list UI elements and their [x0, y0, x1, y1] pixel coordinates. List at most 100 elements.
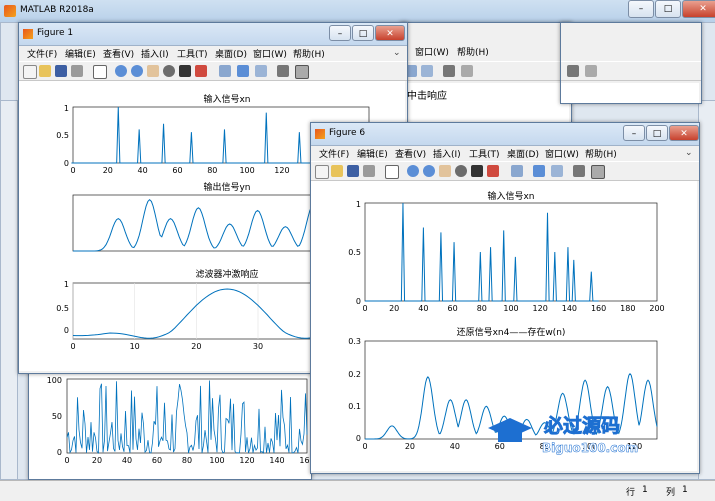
hide-plot-icon[interactable]: [573, 165, 585, 177]
colorbar-icon[interactable]: [533, 165, 545, 177]
data-cursor-icon[interactable]: [179, 65, 191, 77]
menu-tools[interactable]: 工具(T): [469, 147, 500, 160]
x-tick-label: 80: [207, 166, 217, 175]
colorbar-icon[interactable]: [237, 65, 249, 77]
figure-back2-window[interactable]: [560, 22, 702, 104]
colorbar-icon[interactable]: [421, 65, 433, 77]
y-tick-label: 0: [64, 159, 69, 168]
dock-arrow-icon[interactable]: ⌄: [393, 48, 401, 58]
x-tick-label: 0: [362, 442, 367, 451]
y-tick-label: 1: [64, 280, 69, 289]
new-figure-icon[interactable]: [315, 165, 329, 179]
hide-plot-icon[interactable]: [277, 65, 289, 77]
menu-edit[interactable]: 编辑(E): [65, 47, 96, 60]
y-tick-label: 0: [57, 448, 62, 457]
menu-desktop[interactable]: 桌面(D): [215, 47, 247, 60]
open-file-icon[interactable]: [39, 65, 51, 77]
zoom-out-icon[interactable]: [423, 165, 435, 177]
menu-file[interactable]: 文件(F): [319, 147, 349, 160]
x-tick-label: 0: [70, 342, 75, 351]
pan-icon[interactable]: [439, 165, 451, 177]
brush-icon[interactable]: [195, 65, 207, 77]
pan-icon[interactable]: [147, 65, 159, 77]
watermark-logo: 必过源码 Biguo100.com: [484, 408, 684, 460]
menu-help[interactable]: 帮助(H): [293, 47, 325, 60]
watermark-url: Biguo100.com: [542, 441, 638, 455]
zoom-in-icon[interactable]: [115, 65, 127, 77]
hide-plot-icon[interactable]: [443, 65, 455, 77]
menu-insert[interactable]: 插入(I): [433, 147, 461, 160]
menu-window[interactable]: 窗口(W): [415, 45, 449, 58]
menu-desktop[interactable]: 桌面(D): [507, 147, 539, 160]
right-panel-strip: [698, 100, 715, 480]
close-button[interactable]: ✕: [682, 0, 715, 18]
x-tick-label: 120: [239, 456, 254, 465]
minimize-button[interactable]: –: [623, 125, 645, 141]
left-panel-strip: [0, 100, 18, 480]
menu-help[interactable]: 帮助(H): [585, 147, 617, 160]
matlab-logo-icon: [4, 5, 16, 17]
rotate-icon[interactable]: [163, 65, 175, 77]
figure-back-toolbar: [401, 61, 571, 81]
minimize-button[interactable]: –: [628, 0, 654, 18]
zoom-in-icon[interactable]: [407, 165, 419, 177]
show-plot-icon[interactable]: [295, 65, 309, 79]
figure-icon: [315, 129, 325, 139]
show-plot-icon[interactable]: [591, 165, 605, 179]
maximize-button[interactable]: □: [352, 25, 374, 41]
matlab-window-controls: – □ ✕: [628, 0, 715, 18]
plot3-title: 滤波器冲激响应: [195, 268, 258, 280]
show-plot-icon[interactable]: [461, 65, 473, 77]
x-tick-label: 140: [562, 304, 577, 313]
menu-view[interactable]: 查看(V): [103, 47, 134, 60]
y-tick-label: 100: [47, 376, 62, 385]
menu-view[interactable]: 查看(V): [395, 147, 426, 160]
menu-file[interactable]: 文件(F): [27, 47, 57, 60]
x-tick-label: 30: [253, 342, 263, 351]
figure1-window-controls: – □ ✕: [329, 25, 405, 41]
edit-plot-icon[interactable]: [385, 165, 399, 179]
menu-tools[interactable]: 工具(T): [177, 47, 208, 60]
dock-arrow-icon[interactable]: ⌄: [685, 148, 693, 158]
print-icon[interactable]: [363, 165, 375, 177]
zoom-out-icon[interactable]: [131, 65, 143, 77]
save-icon[interactable]: [347, 165, 359, 177]
figure1-title: Figure 1: [37, 28, 74, 38]
x-tick-label: 20: [389, 304, 399, 313]
close-button[interactable]: ✕: [375, 25, 405, 41]
legend-icon[interactable]: [551, 165, 563, 177]
link-icon[interactable]: [511, 165, 523, 177]
minimize-button[interactable]: –: [329, 25, 351, 41]
col-value: 1: [682, 485, 688, 495]
close-button[interactable]: ✕: [669, 125, 699, 141]
legend-icon[interactable]: [255, 65, 267, 77]
menu-window[interactable]: 窗口(W): [253, 47, 287, 60]
maximize-button[interactable]: □: [655, 0, 681, 18]
matlab-titlebar: MATLAB R2018a – □ ✕: [0, 0, 715, 22]
print-icon[interactable]: [71, 65, 83, 77]
figure-back-plot-title: 中击响应: [407, 91, 447, 102]
maximize-button[interactable]: □: [646, 125, 668, 141]
rotate-icon[interactable]: [455, 165, 467, 177]
x-tick-label: 0: [70, 166, 75, 175]
brush-icon[interactable]: [487, 165, 499, 177]
figure-back-window[interactable]: 窗口(W) 帮助(H) 中击响应: [400, 22, 572, 124]
menu-help[interactable]: 帮助(H): [457, 45, 489, 58]
menu-window[interactable]: 窗口(W): [545, 147, 579, 160]
edit-plot-icon[interactable]: [93, 65, 107, 79]
watermark-brand: 必过源码: [543, 414, 620, 437]
x-tick-label: 0: [64, 456, 69, 465]
figure6-title: Figure 6: [329, 128, 366, 138]
y-tick-label: 0.3: [348, 337, 361, 346]
figure-bottom-window[interactable]: 100 50 0 0 20 40 60 80 100 120 140 160: [28, 370, 315, 480]
hide-plot-icon[interactable]: [567, 65, 579, 77]
link-icon[interactable]: [219, 65, 231, 77]
menu-insert[interactable]: 插入(I): [141, 47, 169, 60]
x-tick-label: 20: [191, 342, 201, 351]
open-file-icon[interactable]: [331, 165, 343, 177]
show-plot-icon[interactable]: [585, 65, 597, 77]
data-cursor-icon[interactable]: [471, 165, 483, 177]
new-figure-icon[interactable]: [23, 65, 37, 79]
menu-edit[interactable]: 编辑(E): [357, 147, 388, 160]
save-icon[interactable]: [55, 65, 67, 77]
